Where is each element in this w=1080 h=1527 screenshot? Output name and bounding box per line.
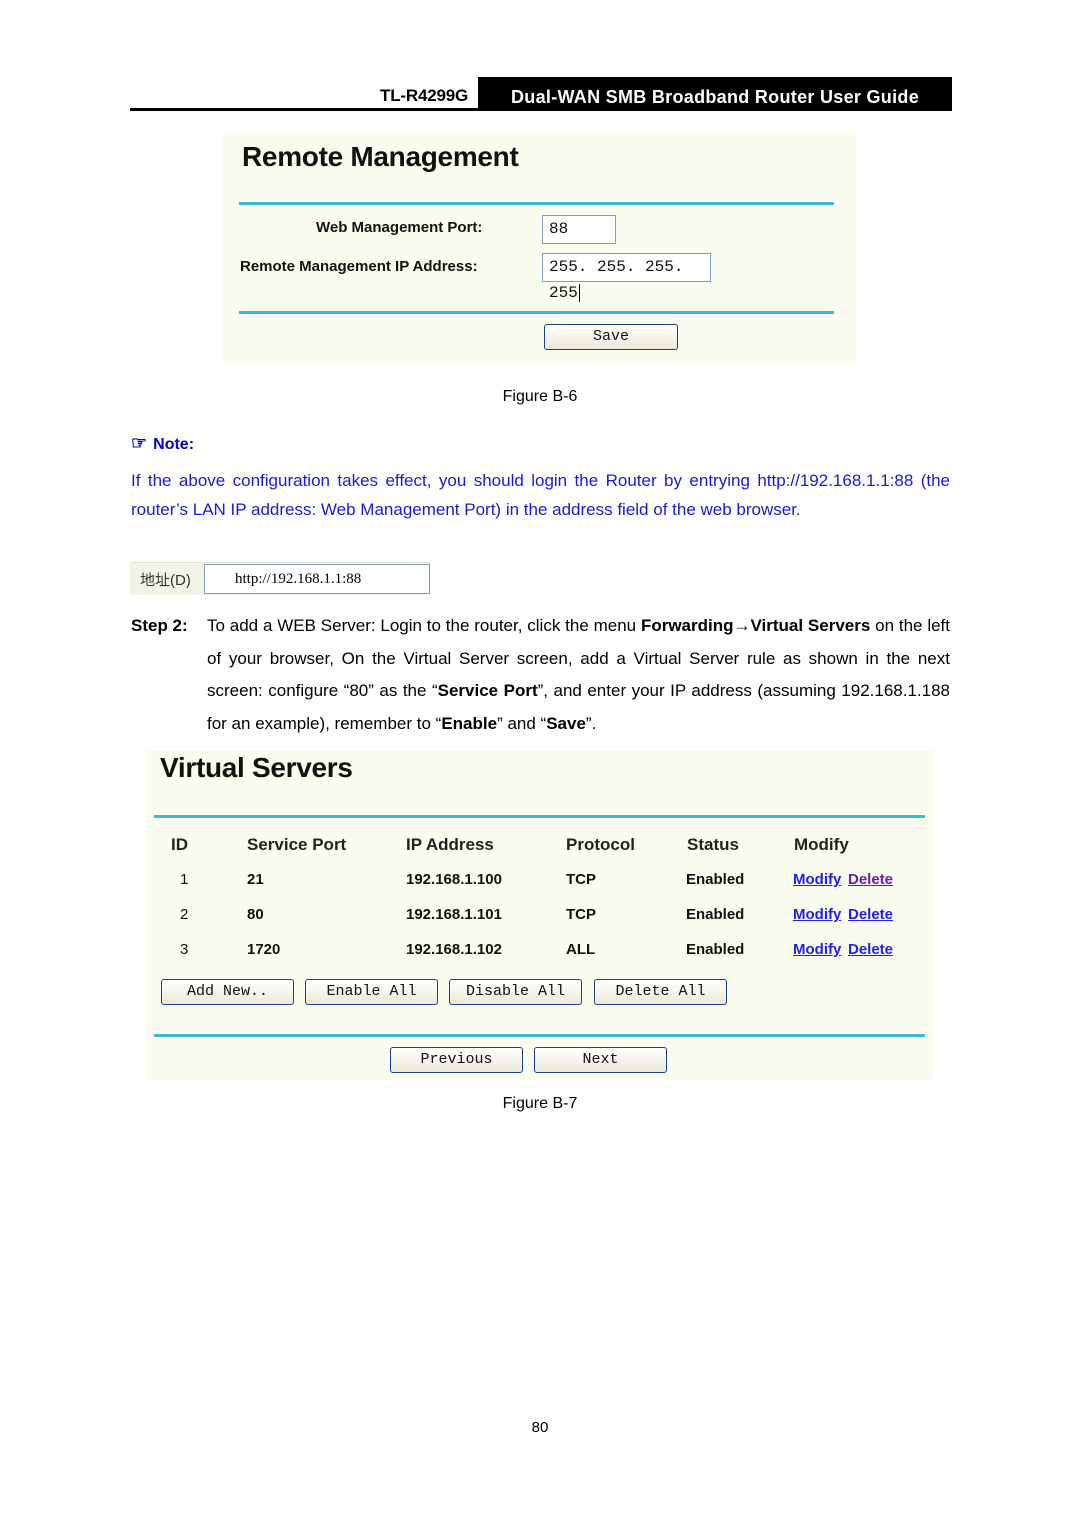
remote-management-panel: Remote Management Web Management Port: 8… [222, 133, 856, 363]
virtual-servers-title: Virtual Servers [160, 752, 353, 783]
note-heading: ☞ Note: [131, 433, 194, 454]
emphasized-term: Forwarding→Virtual Servers [640, 616, 871, 635]
cell-status: Enabled [686, 941, 745, 958]
step-label: Step 2: [131, 616, 188, 635]
divider [239, 202, 834, 205]
remote-ip-label: Remote Management IP Address: [240, 258, 478, 275]
delete-link[interactable]: Delete [848, 941, 893, 958]
emphasized-term: Save [546, 713, 586, 733]
model-name: TL-R4299G [380, 86, 468, 105]
remote-ip-input[interactable]: 255. 255. 255. 255 [542, 253, 711, 302]
note-text: If the above configuration takes effect,… [131, 471, 950, 519]
remote-ip-value: 255. 255. 255. 255 [549, 258, 684, 302]
web-management-port-label: Web Management Port: [316, 219, 483, 236]
modify-link[interactable]: Modify [793, 871, 841, 888]
delete-link[interactable]: Delete [848, 871, 893, 888]
address-label: 地址(D) [140, 572, 191, 589]
page-header: TL-R4299G Dual-WAN SMB Broadband Router … [130, 77, 952, 111]
cell-id: 1 [180, 871, 189, 888]
add-new-button[interactable]: Add New.. [161, 979, 294, 1005]
cell-protocol: ALL [566, 941, 596, 958]
emphasized-term: Enable [441, 713, 498, 733]
delete-all-button[interactable]: Delete All [594, 979, 727, 1005]
save-button[interactable]: Save [544, 324, 678, 350]
address-input[interactable]: http://192.168.1.1:88 [204, 564, 430, 594]
cell-protocol: TCP [566, 906, 596, 923]
emphasized-term: Service Port [437, 681, 538, 700]
cell-service-port: 21 [247, 871, 264, 888]
cell-ip-address: 192.168.1.101 [406, 906, 502, 923]
page-number: 80 [531, 1419, 549, 1436]
previous-button[interactable]: Previous [390, 1047, 523, 1073]
column-header-id: ID [171, 835, 188, 854]
guide-title: Dual-WAN SMB Broadband Router User Guide [478, 77, 952, 111]
cell-ip-address: 192.168.1.102 [406, 941, 502, 958]
step-text: To add a WEB Server: Login to the router… [207, 616, 641, 635]
step-text: ”. [585, 713, 597, 733]
cell-service-port: 80 [247, 906, 264, 923]
cell-status: Enabled [686, 871, 745, 888]
column-header-status: Status [687, 835, 739, 854]
column-header-modify: Modify [794, 835, 849, 854]
next-button[interactable]: Next [534, 1047, 667, 1073]
cell-protocol: TCP [566, 871, 596, 888]
divider [239, 311, 834, 314]
divider [154, 1034, 925, 1037]
cell-ip-address: 192.168.1.100 [406, 871, 502, 888]
enable-all-button[interactable]: Enable All [305, 979, 438, 1005]
divider [154, 815, 925, 818]
disable-all-button[interactable]: Disable All [449, 979, 582, 1005]
column-header-service-port: Service Port [247, 835, 347, 854]
web-management-port-input[interactable]: 88 [542, 215, 616, 244]
column-header-ip-address: IP Address [406, 835, 494, 854]
browser-address-bar: 地址(D) http://192.168.1.1:88 [130, 562, 430, 595]
text-caret [578, 283, 580, 302]
pointing-hand-icon: ☞ [131, 433, 148, 453]
step-body: To add a WEB Server: Login to the router… [207, 610, 950, 740]
figure-caption: Figure B-7 [502, 1095, 578, 1112]
cell-service-port: 1720 [247, 941, 281, 958]
modify-link[interactable]: Modify [793, 941, 841, 958]
cell-id: 2 [180, 906, 189, 923]
column-header-protocol: Protocol [566, 835, 635, 854]
delete-link[interactable]: Delete [848, 906, 893, 923]
cell-status: Enabled [686, 906, 745, 923]
note-label: Note: [153, 436, 195, 453]
cell-id: 3 [180, 941, 189, 958]
header-rule [130, 108, 952, 111]
modify-link[interactable]: Modify [793, 906, 841, 923]
step-text: ” and “ [497, 713, 547, 733]
web-management-port-value: 88 [549, 220, 569, 238]
remote-management-title: Remote Management [242, 141, 519, 172]
figure-caption: Figure B-6 [502, 388, 578, 405]
